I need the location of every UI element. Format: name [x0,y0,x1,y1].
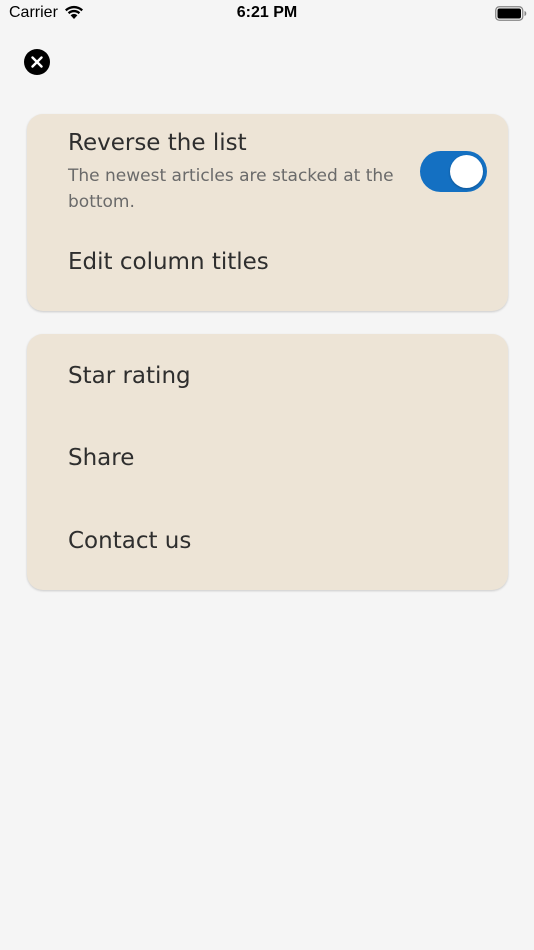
status-bar: Carrier 6:21 PM [0,0,534,28]
status-time: 6:21 PM [236,4,298,21]
reverse-list-subtitle: The newest articles are stacked at the b… [68,166,394,212]
toggle-knob [450,155,483,188]
share-label: Share [68,445,135,471]
reverse-list-toggle[interactable] [420,151,487,192]
links-card: Star rating Share Contact us [27,334,508,590]
edit-column-titles-label: Edit column titles [68,249,269,275]
contact-us-label: Contact us [68,528,192,554]
close-button[interactable] [24,49,50,75]
star-rating-row[interactable]: Star rating [27,342,508,416]
settings-card: Reverse the list The newest articles are… [27,114,508,311]
close-icon [31,56,43,68]
battery-icon [495,6,527,21]
share-row[interactable]: Share [27,424,508,498]
star-rating-label: Star rating [68,363,191,389]
contact-us-row[interactable]: Contact us [27,507,508,581]
reverse-list-title: Reverse the list [68,130,247,156]
reverse-list-row[interactable]: Reverse the list The newest articles are… [27,114,508,226]
edit-column-titles-row[interactable]: Edit column titles [27,232,508,302]
